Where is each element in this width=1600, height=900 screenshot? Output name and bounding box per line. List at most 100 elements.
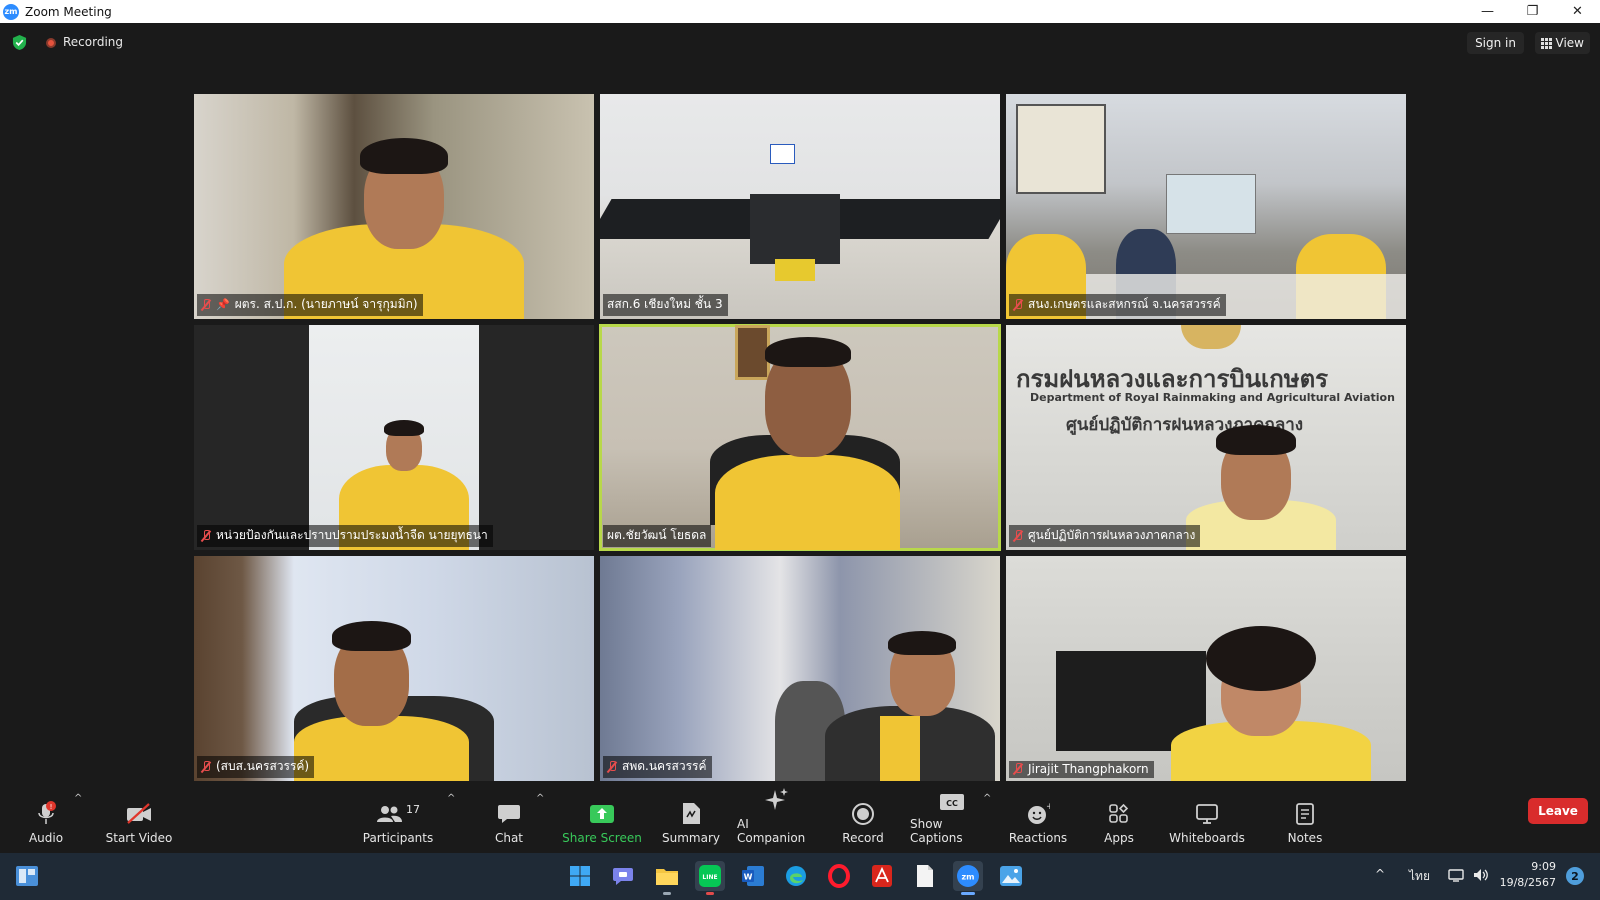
notepad-file-icon[interactable] (910, 861, 940, 891)
muted-mic-icon (1013, 763, 1023, 775)
zoom-app-icon[interactable]: zm (953, 861, 983, 895)
video-tile-participant-8[interactable]: สพด.นครสวรรค์ (600, 556, 1000, 781)
window-title: Zoom Meeting (25, 4, 112, 19)
notes-icon (1296, 803, 1314, 825)
share-screen-icon (590, 805, 614, 823)
video-tile-participant-9[interactable]: Jirajit Thangphakorn (1006, 556, 1406, 781)
video-tile-participant-7[interactable]: (สบส.นครสวรรค์) (194, 556, 594, 781)
participant-name-label: สนง.เกษตรและสหกรณ์ จ.นครสวรรค์ (1009, 294, 1226, 316)
apps-button[interactable]: Apps (1094, 791, 1144, 845)
file-explorer-icon[interactable] (652, 861, 682, 895)
participants-options-caret-icon[interactable]: ^ (447, 793, 455, 804)
sign-in-button[interactable]: Sign in (1467, 32, 1524, 54)
leave-meeting-button[interactable]: Leave (1528, 798, 1588, 824)
network-icon[interactable] (1448, 867, 1464, 886)
view-button[interactable]: View (1534, 32, 1590, 54)
summary-button[interactable]: Summary (660, 791, 722, 845)
video-tile-participant-3[interactable]: สนง.เกษตรและสหกรณ์ จ.นครสวรรค์ (1006, 94, 1406, 319)
participants-button[interactable]: 17 Participants (358, 791, 438, 846)
restore-icon[interactable]: ❐ (1510, 0, 1555, 23)
widgets-icon[interactable] (12, 861, 42, 891)
line-app-icon[interactable]: LINE (695, 861, 725, 895)
svg-text:+: + (1046, 802, 1050, 812)
muted-mic-icon (607, 760, 617, 773)
whiteboards-button[interactable]: Whiteboards (1169, 791, 1245, 845)
video-tile-participant-5-active-speaker[interactable]: ผต.ชัยวัฒน์ โยธดล (599, 324, 1001, 551)
chat-button[interactable]: Chat (484, 791, 534, 845)
close-icon[interactable]: ✕ (1555, 0, 1600, 23)
windows-taskbar: LINE W zm ^ ไทย 9:09 19/8/2567 2 (0, 853, 1600, 900)
svg-text:!: ! (50, 803, 53, 811)
edge-browser-icon[interactable] (781, 861, 811, 891)
audio-options-caret-icon[interactable]: ^ (74, 793, 82, 804)
window-titlebar: zm Zoom Meeting — ❐ ✕ (0, 0, 1600, 23)
input-language-indicator[interactable]: ไทย (1409, 867, 1430, 886)
participant-name-label: 📌 ผตร. ส.ป.ก. (นายภาษน์ จารุกุมมิก) (197, 294, 423, 316)
record-button[interactable]: Record (838, 791, 888, 845)
chat-icon (498, 805, 520, 823)
pin-icon: 📌 (216, 298, 230, 311)
participants-count: 17 (406, 802, 420, 816)
sign-english-title: Department of Royal Rainmaking and Agric… (1030, 391, 1395, 404)
meeting-topbar: Recording Sign in View (0, 23, 1600, 63)
microphone-icon: ! (38, 801, 56, 824)
video-gallery: 📌 ผตร. ส.ป.ก. (นายภาษน์ จารุกุมมิก) สสก.… (0, 63, 1600, 783)
clock-time: 9:09 (1531, 860, 1556, 873)
chat-options-caret-icon[interactable]: ^ (536, 793, 544, 804)
muted-mic-icon (201, 760, 211, 773)
start-video-button[interactable]: Start Video (104, 791, 174, 845)
summary-icon (683, 803, 700, 824)
reactions-button[interactable]: + Reactions (1007, 791, 1069, 845)
audio-button[interactable]: ! Audio (25, 791, 67, 845)
participant-name-label: สสก.6 เชียงใหม่ ชั้น 3 (603, 294, 728, 316)
zoom-logo-icon: zm (3, 3, 19, 20)
grid-view-icon (1540, 37, 1552, 49)
volume-icon[interactable] (1472, 867, 1490, 886)
participant-name-label: ศูนย์ปฏิบัติการฝนหลวงภาคกลาง (1009, 525, 1201, 547)
record-icon (852, 803, 874, 825)
share-screen-button[interactable]: Share Screen (562, 791, 642, 845)
muted-mic-icon (1013, 529, 1023, 542)
show-captions-button[interactable]: CC Show Captions (910, 791, 994, 845)
svg-text:W: W (744, 873, 753, 882)
encryption-shield-icon[interactable] (12, 35, 27, 50)
video-tile-participant-2[interactable]: สสก.6 เชียงใหม่ ชั้น 3 (600, 94, 1000, 319)
muted-mic-icon (201, 529, 211, 542)
participant-name-label: หน่วยป้องกันและปราบปรามประมงน้ำจืด นายยุ… (197, 525, 493, 547)
svg-text:zm: zm (962, 873, 975, 882)
show-hidden-icons-chevron-icon[interactable]: ^ (1375, 867, 1385, 881)
muted-mic-icon (1013, 298, 1023, 311)
participant-name-label: (สบส.นครสวรรค์) (197, 756, 315, 778)
view-label: View (1555, 36, 1584, 50)
notes-button[interactable]: Notes (1280, 791, 1330, 845)
video-tile-participant-6[interactable]: กรมฝนหลวงและการบินเกษตร Department of Ro… (1006, 325, 1406, 550)
acrobat-reader-icon[interactable] (867, 861, 897, 891)
ai-sparkle-icon (765, 788, 788, 810)
minimize-icon[interactable]: — (1465, 0, 1510, 23)
video-tile-participant-4[interactable]: หน่วยป้องกันและปราบปรามประมงน้ำจืด นายยุ… (194, 325, 594, 550)
closed-captions-icon: CC (940, 794, 964, 810)
video-tile-participant-1[interactable]: 📌 ผตร. ส.ป.ก. (นายภาษน์ จารุกุมมิก) (194, 94, 594, 319)
word-app-icon[interactable]: W (738, 861, 768, 891)
meeting-toolbar: ! Audio ^ Start Video 17 Participants ^ … (0, 783, 1600, 853)
whiteboard-icon (1196, 804, 1218, 824)
windows-start-icon[interactable] (565, 861, 595, 891)
reactions-smiley-icon: + (1028, 802, 1050, 824)
video-off-icon (127, 803, 151, 824)
captions-options-caret-icon[interactable]: ^ (983, 793, 991, 804)
participant-name-label: ผต.ชัยวัฒน์ โยธดล (603, 525, 712, 547)
muted-mic-icon (201, 298, 211, 311)
photos-app-icon[interactable] (996, 861, 1026, 891)
participants-icon (377, 806, 402, 822)
participant-name-label: สพด.นครสวรรค์ (603, 756, 712, 778)
svg-text:CC: CC (946, 799, 958, 808)
ai-companion-button[interactable]: AI Companion (737, 788, 817, 845)
recording-label: Recording (63, 35, 124, 49)
recording-icon (46, 38, 56, 48)
teams-chat-icon[interactable] (608, 861, 638, 891)
opera-browser-icon[interactable] (824, 861, 854, 891)
apps-icon (1109, 803, 1129, 823)
system-clock[interactable]: 9:09 19/8/2567 (1500, 859, 1556, 891)
participant-name-label: Jirajit Thangphakorn (1009, 761, 1154, 778)
notification-count-badge[interactable]: 2 (1566, 867, 1584, 885)
